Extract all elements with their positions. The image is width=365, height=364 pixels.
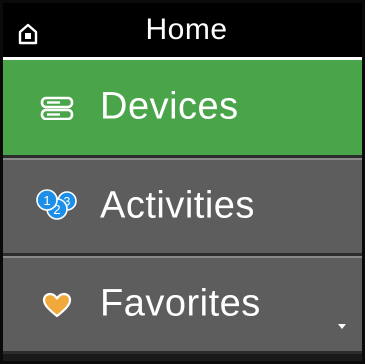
menu-item-favorites[interactable]: Favorites	[3, 256, 362, 354]
menu-item-activities[interactable]: 3 2 1 Activities	[3, 158, 362, 256]
header-bar: Home	[3, 3, 362, 60]
menu-item-label: Devices	[100, 85, 239, 128]
scroll-down-icon	[338, 324, 346, 329]
menu-item-label: Activities	[100, 184, 255, 227]
svg-text:1: 1	[43, 193, 50, 208]
menu-item-devices[interactable]: Devices	[3, 60, 362, 158]
home-menu: Devices 3 2 1 Activities Favorites	[3, 60, 362, 361]
remote-screen: Home Devices 3 2 1 Activities Favorites	[0, 0, 365, 364]
devices-icon	[37, 91, 77, 125]
heart-icon	[37, 288, 77, 322]
page-title: Home	[145, 13, 228, 46]
activities-icon: 3 2 1	[35, 187, 81, 227]
menu-item-label: Favorites	[100, 282, 261, 325]
